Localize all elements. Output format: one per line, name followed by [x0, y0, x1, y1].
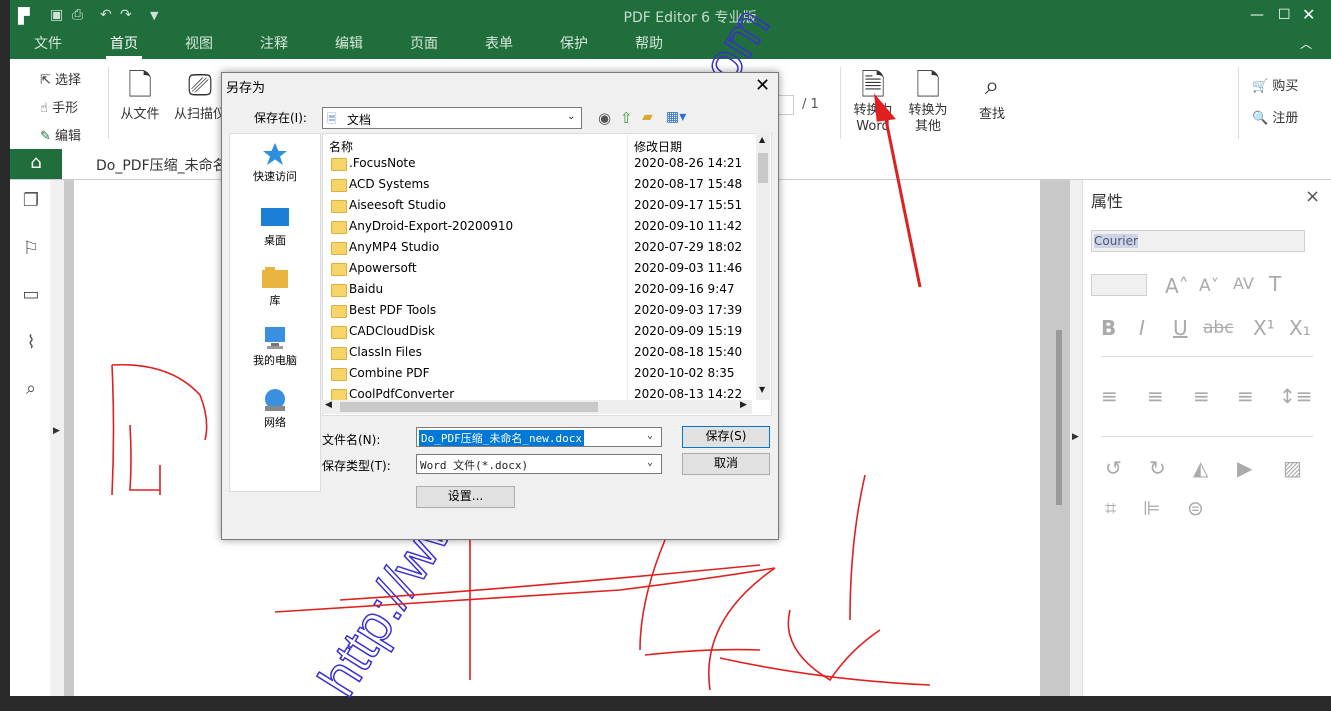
cancel-button[interactable]: 取消	[682, 453, 770, 475]
file-row[interactable]: Combine PDF 2020-10-02 8:35	[323, 364, 753, 385]
scroll-down-icon[interactable]: ▼	[759, 385, 765, 394]
folder-icon	[331, 179, 347, 192]
scroll-right-icon[interactable]: ▶	[740, 400, 747, 410]
file-list-vthumb[interactable]	[758, 153, 768, 183]
place-my-computer[interactable]: 我的电脑	[230, 326, 320, 368]
desktop-icon	[261, 208, 289, 226]
file-name: AnyMP4 Studio	[349, 240, 440, 254]
save-as-dialog: 另存为 ✕ 保存在(I): 🗏 文档 ⌄ ◉ ⇧ ▰ ▦▾ 快速访问 桌面 库 …	[221, 72, 779, 540]
chevron-down-icon: ⌄	[647, 430, 654, 441]
scroll-up-icon[interactable]: ▲	[759, 135, 765, 144]
file-date: 2020-09-03 11:46	[634, 261, 743, 275]
file-row[interactable]: AnyDroid-Export-20200910 2020-09-10 11:42	[323, 217, 753, 238]
file-name: .FocusNote	[349, 156, 416, 170]
filename-input[interactable]: Do_PDF压缩_未命名_new.docx ⌄	[416, 427, 662, 447]
up-folder-icon[interactable]: ⇧	[620, 109, 633, 127]
file-list: ˄ 名称 修改日期 .FocusNote 2020-08-26 14:21 ACD …	[322, 133, 772, 416]
file-date: 2020-07-29 18:02	[634, 240, 743, 254]
file-row[interactable]: Baidu 2020-09-16 9:47	[323, 280, 753, 301]
file-name: Best PDF Tools	[349, 303, 437, 317]
folder-icon	[331, 347, 347, 360]
filename-label: 文件名(N):	[322, 433, 381, 447]
view-menu-icon[interactable]: ▦▾	[666, 109, 686, 125]
file-list-hscroll[interactable]: ◀ ▶	[322, 400, 752, 414]
scroll-left-icon[interactable]: ◀	[325, 400, 332, 410]
back-icon[interactable]: ◉	[598, 109, 611, 127]
file-date: 2020-08-26 14:21	[634, 156, 743, 170]
file-name: ClassIn Files	[349, 345, 422, 359]
file-date: 2020-08-18 15:40	[634, 345, 743, 359]
column-name[interactable]: 名称	[329, 138, 353, 155]
file-date: 2020-08-17 15:48	[634, 177, 743, 191]
new-folder-icon[interactable]: ▰	[642, 109, 653, 125]
file-name: ACD Systems	[349, 177, 430, 191]
folder-icon	[331, 263, 347, 276]
file-row[interactable]: .FocusNote 2020-08-26 14:21	[323, 154, 753, 175]
place-library[interactable]: 库	[230, 266, 320, 308]
file-name: Combine PDF	[349, 366, 430, 380]
file-date: 2020-10-02 8:35	[634, 366, 735, 380]
filetype-label: 保存类型(T):	[322, 459, 391, 473]
library-icon	[262, 267, 288, 288]
save-in-combobox[interactable]: 🗏 文档 ⌄	[322, 107, 582, 129]
file-name: CADCloudDisk	[349, 324, 435, 338]
file-date: 2020-09-16 9:47	[634, 282, 735, 296]
folder-icon	[331, 305, 347, 318]
folder-icon	[331, 200, 347, 213]
file-list-hthumb[interactable]	[340, 402, 598, 412]
file-row[interactable]: AnyMP4 Studio 2020-07-29 18:02	[323, 238, 753, 259]
folder-icon	[331, 284, 347, 297]
place-quick-access[interactable]: 快速访问	[230, 142, 320, 184]
file-date: 2020-09-10 11:42	[634, 219, 743, 233]
file-name: Baidu	[349, 282, 384, 296]
file-row[interactable]: CADCloudDisk 2020-09-09 15:19	[323, 322, 753, 343]
folder-icon	[331, 368, 347, 381]
star-icon	[263, 143, 287, 165]
file-row[interactable]: Apowersoft 2020-09-03 11:46	[323, 259, 753, 280]
chevron-down-icon: ⌄	[567, 111, 576, 122]
column-date[interactable]: 修改日期	[634, 138, 682, 155]
save-button[interactable]: 保存(S)	[682, 426, 770, 448]
place-desktop[interactable]: 桌面	[230, 206, 320, 248]
filetype-select[interactable]: Word 文件(*.docx) ⌄	[416, 454, 662, 474]
save-in-label: 保存在(I):	[254, 111, 307, 125]
file-row[interactable]: Best PDF Tools 2020-09-03 17:39	[323, 301, 753, 322]
computer-icon	[265, 327, 285, 349]
dialog-close-icon[interactable]: ✕	[755, 75, 770, 96]
place-network[interactable]: 网络	[230, 388, 320, 430]
documents-folder-icon: 🗏	[327, 112, 337, 126]
chevron-down-icon: ⌄	[647, 457, 654, 468]
dialog-title: 另存为	[226, 81, 266, 96]
settings-button[interactable]: 设置...	[416, 486, 515, 508]
folder-icon	[331, 242, 347, 255]
file-name: CoolPdfConverter	[349, 387, 455, 401]
places-bar: 快速访问 桌面 库 我的电脑 网络	[229, 133, 321, 492]
network-icon	[265, 389, 285, 411]
file-date: 2020-09-03 17:39	[634, 303, 743, 317]
file-name: Apowersoft	[349, 261, 417, 275]
file-date: 2020-09-09 15:19	[634, 324, 743, 338]
file-row[interactable]: ClassIn Files 2020-08-18 15:40	[323, 343, 753, 364]
folder-icon	[331, 221, 347, 234]
file-name: AnyDroid-Export-20200910	[349, 219, 514, 233]
sort-up-icon: ˄	[471, 133, 476, 141]
folder-icon	[331, 326, 347, 339]
file-name: Aiseesoft Studio	[349, 198, 446, 212]
file-date: 2020-09-17 15:51	[634, 198, 743, 212]
file-list-vscroll[interactable]: ▲ ▼	[756, 133, 770, 400]
red-arrow	[874, 93, 922, 288]
file-date: 2020-08-13 14:22	[634, 387, 743, 401]
folder-icon	[331, 158, 347, 171]
file-row[interactable]: ACD Systems 2020-08-17 15:48	[323, 175, 753, 196]
file-row[interactable]: Aiseesoft Studio 2020-09-17 15:51	[323, 196, 753, 217]
